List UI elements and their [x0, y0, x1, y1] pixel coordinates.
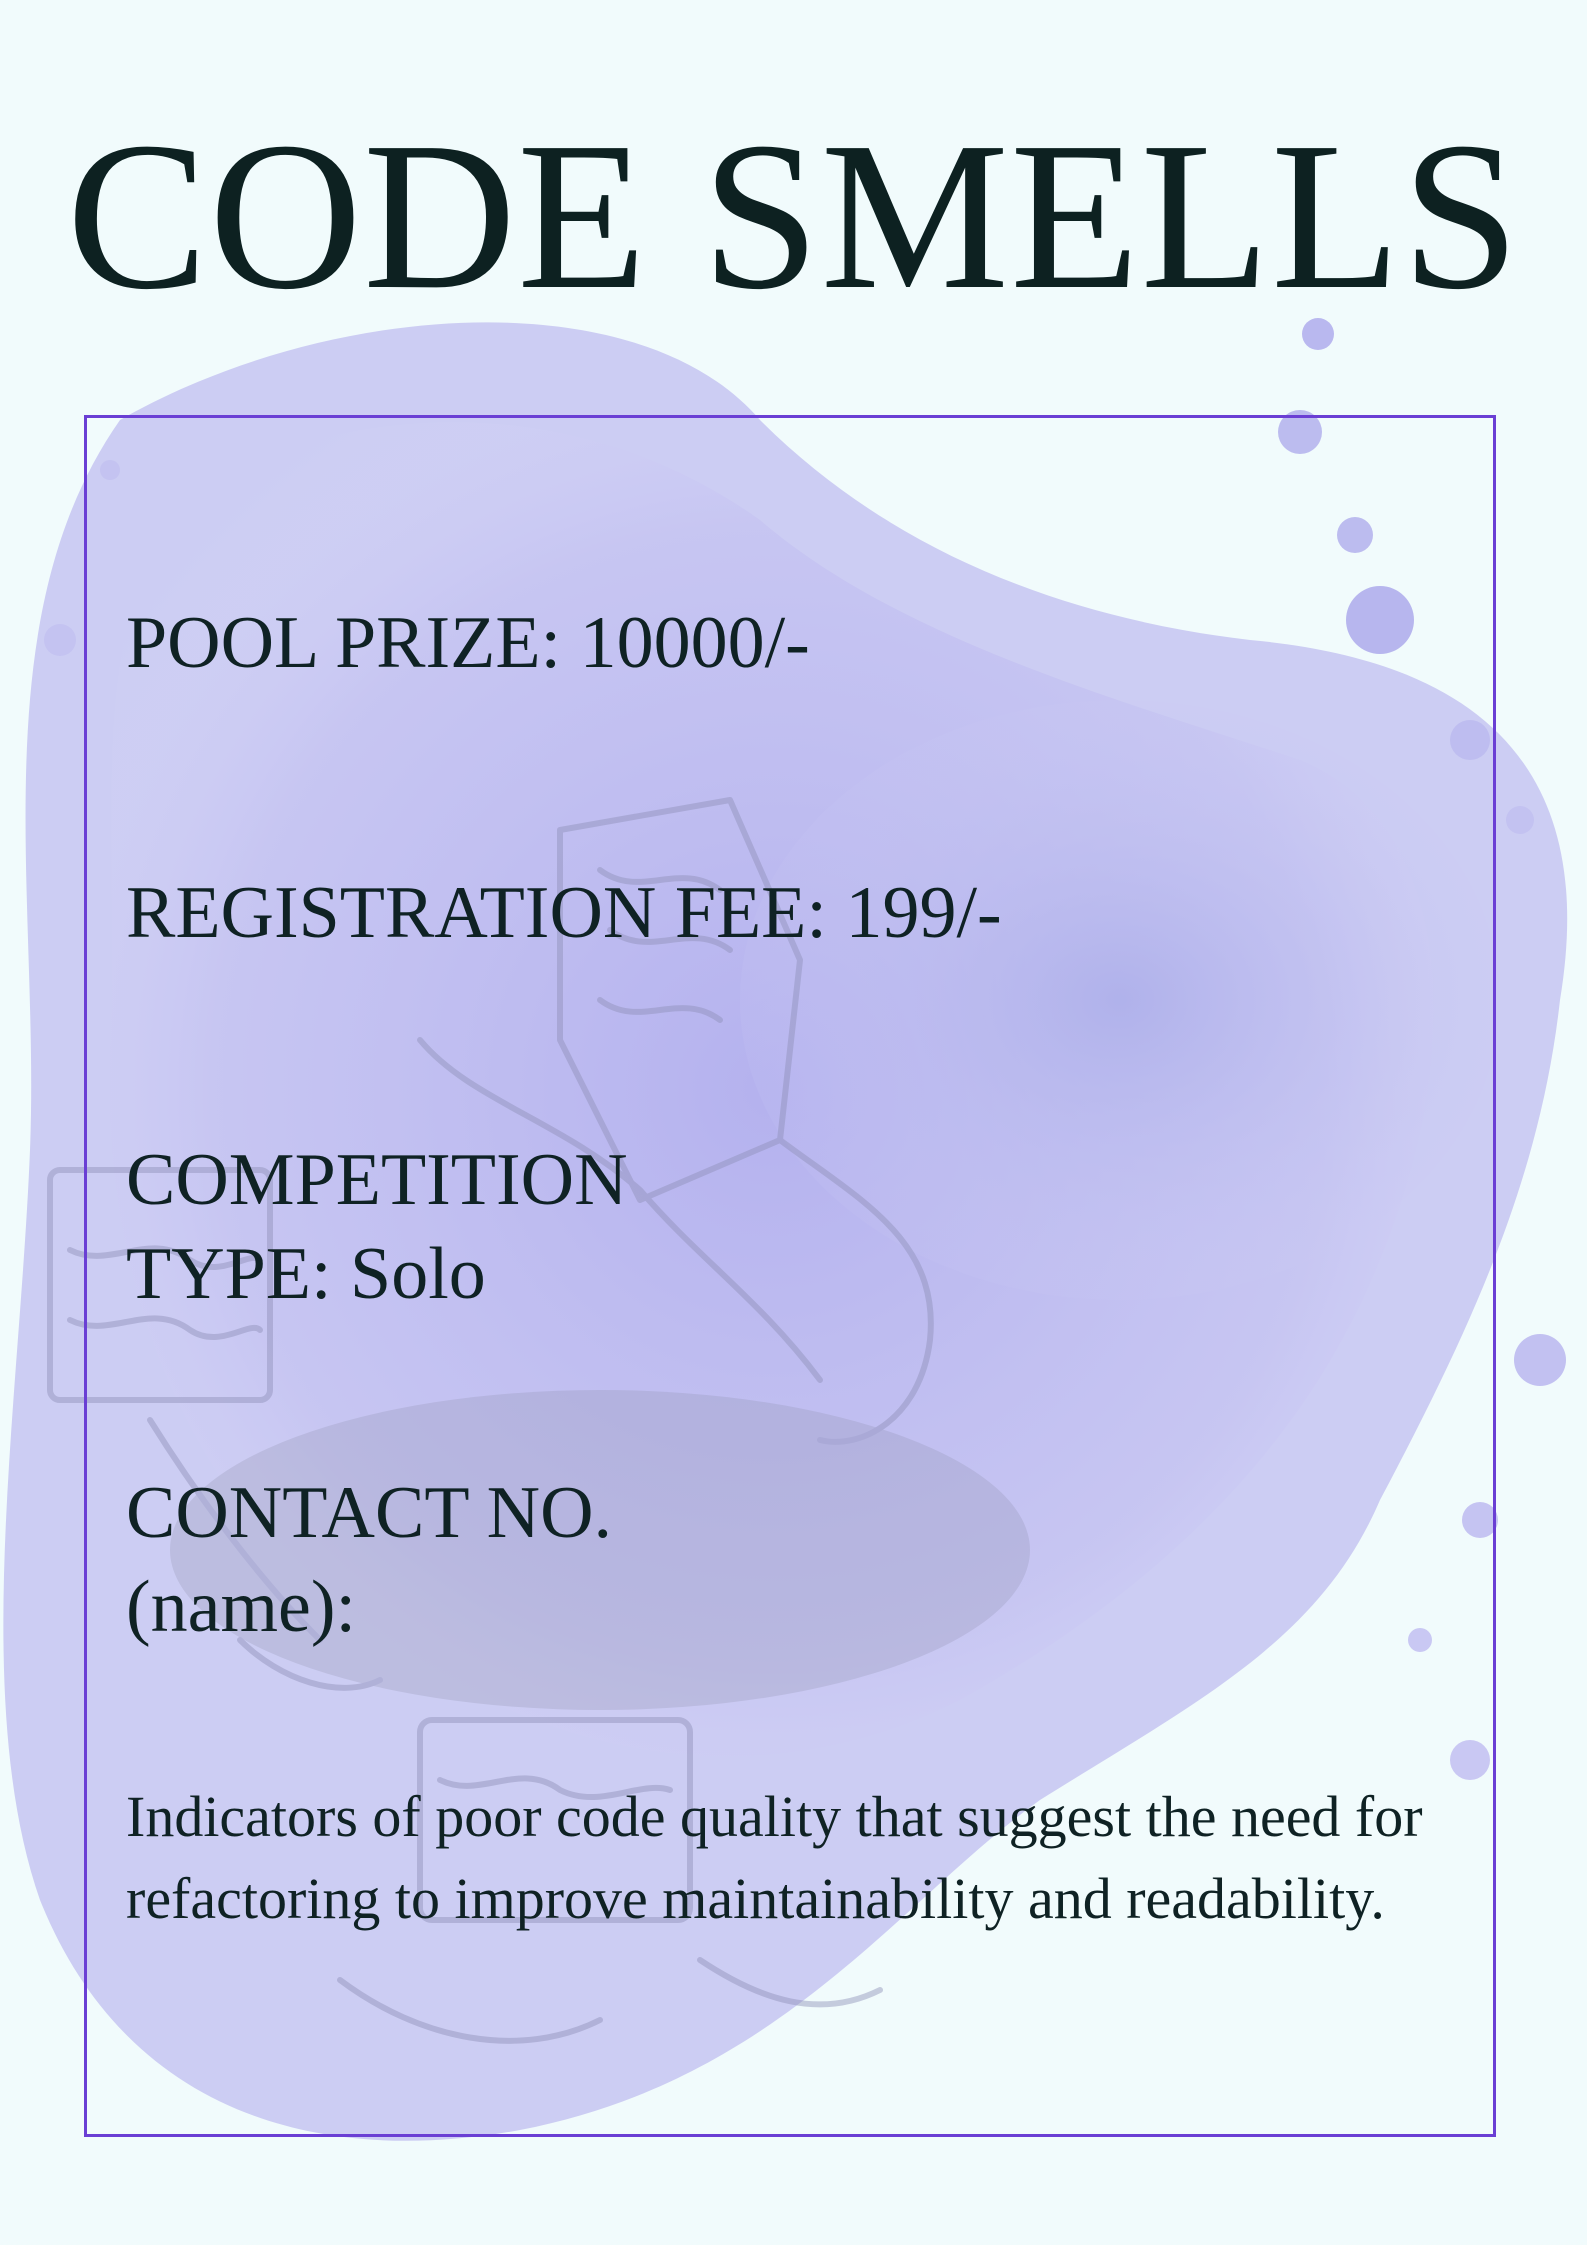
contact-name-label: (name): [126, 1566, 357, 1648]
pool-prize-text: POOL PRIZE: 10000/- [126, 602, 810, 684]
registration-fee-text: REGISTRATION FEE: 199/- [126, 872, 1002, 954]
event-description: Indicators of poor code quality that sug… [126, 1784, 1423, 1931]
poster-page: { "poster": { "title": "CODE SMELLS", "p… [0, 0, 1587, 2245]
competition-type-label: COMPETITION [126, 1139, 628, 1221]
competition-type-value: TYPE: Solo [126, 1233, 486, 1315]
contact-number-label: CONTACT NO. [126, 1472, 613, 1554]
competition-type-text: COMPETITION TYPE: Solo [126, 1133, 628, 1321]
contact-number-text: CONTACT NO. (name): [126, 1466, 612, 1654]
poster-title: CODE SMELLS [66, 98, 1521, 333]
